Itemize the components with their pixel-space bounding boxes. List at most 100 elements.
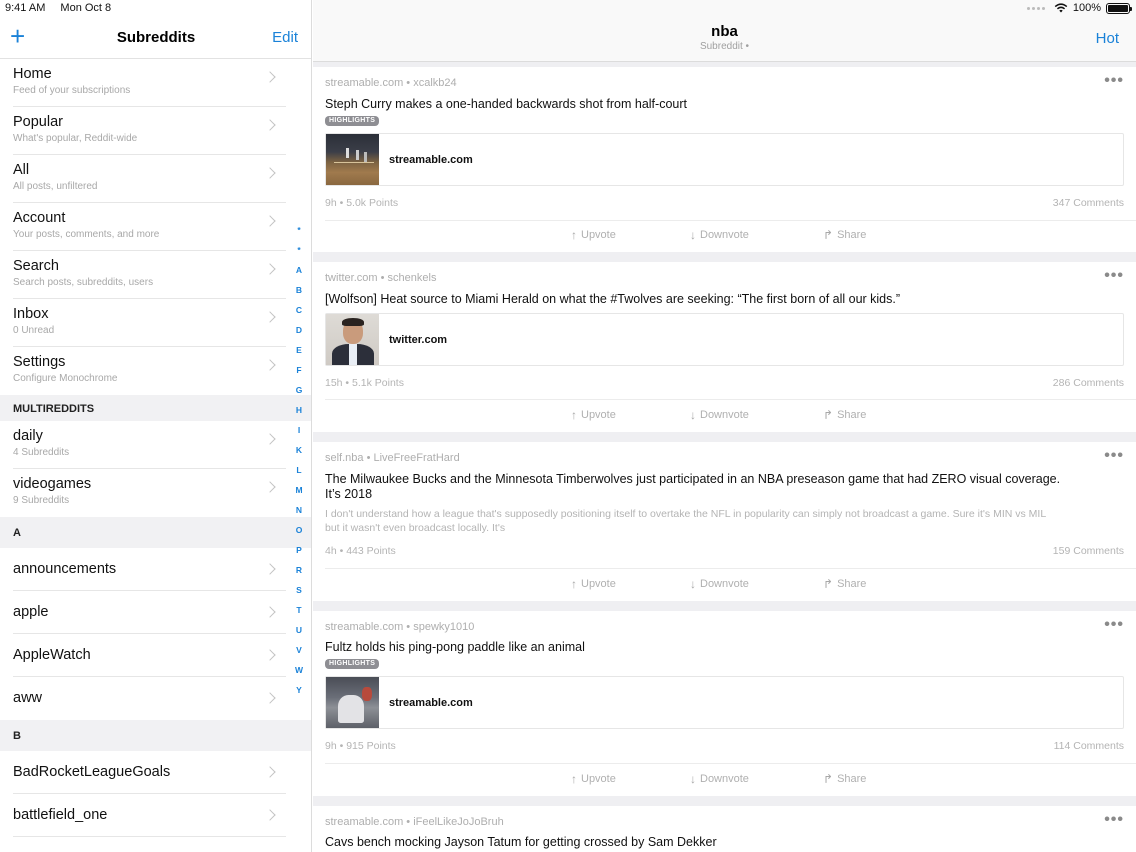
link-preview[interactable]: streamable.com	[325, 676, 1124, 729]
more-icon[interactable]: •••	[1104, 616, 1124, 634]
edit-button[interactable]: Edit	[272, 29, 298, 46]
post-selftext[interactable]: I don't understand how a league that's s…	[325, 507, 1116, 535]
battery-percent: 100%	[1072, 2, 1101, 14]
post-card[interactable]: streamable.com • iFeelLikeJoJoBruh ••• C…	[313, 806, 1136, 852]
flair-badge: HIGHLIGHTS	[325, 116, 380, 126]
index-letter[interactable]: S	[296, 580, 302, 600]
chevron-right-icon	[264, 692, 276, 704]
post-meta[interactable]: self.nba • LiveFreeFratHard	[325, 452, 460, 464]
thumbnail-image[interactable]	[326, 134, 379, 185]
index-letter[interactable]: V	[296, 640, 302, 660]
sort-button[interactable]: Hot	[1096, 30, 1119, 47]
thumbnail-image[interactable]	[326, 677, 379, 728]
index-letter[interactable]: A	[296, 260, 302, 280]
sidebar-item-inbox[interactable]: Inbox 0 Unread	[0, 299, 311, 347]
comments-count[interactable]: 347 Comments	[1053, 197, 1124, 209]
index-letter[interactable]: T	[296, 600, 301, 620]
post-meta[interactable]: streamable.com • spewky1010	[325, 621, 474, 633]
sidebar: + Subreddits Edit Home Feed of your subsc…	[0, 0, 312, 852]
downvote-button[interactable]: ↓ Downvote	[690, 577, 749, 591]
link-preview[interactable]: streamable.com	[325, 133, 1124, 186]
sidebar-item-label: Settings	[13, 354, 66, 370]
index-letter[interactable]: *	[297, 240, 300, 260]
share-button[interactable]: ↱ Share	[823, 408, 866, 422]
downvote-label: Downvote	[700, 409, 749, 421]
index-letter[interactable]: C	[296, 300, 302, 320]
post-stats: 9h • 5.0k Points	[325, 197, 399, 209]
sidebar-item-account[interactable]: Account Your posts, comments, and more	[0, 203, 311, 251]
post-title[interactable]: Cavs bench mocking Jayson Tatum for gett…	[325, 835, 1124, 850]
index-letter[interactable]: W	[295, 660, 303, 680]
upvote-button[interactable]: ↑ Upvote	[571, 408, 616, 422]
signal-dots-icon	[1026, 6, 1045, 10]
post-title[interactable]: Steph Curry makes a one-handed backwards…	[325, 97, 1124, 112]
comments-count[interactable]: 114 Comments	[1054, 740, 1124, 752]
index-letter[interactable]: U	[296, 620, 302, 640]
post-title[interactable]: [Wolfson] Heat source to Miami Herald on…	[325, 292, 1124, 307]
post-meta[interactable]: streamable.com • iFeelLikeJoJoBruh	[325, 816, 504, 828]
share-label: Share	[837, 229, 867, 241]
link-preview[interactable]: twitter.com	[325, 313, 1124, 366]
index-letter[interactable]: Y	[296, 680, 302, 700]
more-icon[interactable]: •••	[1104, 267, 1124, 285]
index-letter[interactable]: O	[296, 520, 303, 540]
sidebar-item-label: Search	[13, 258, 59, 274]
index-letter[interactable]: D	[296, 320, 302, 340]
downvote-button[interactable]: ↓ Downvote	[690, 772, 749, 786]
post-meta[interactable]: streamable.com • xcalkb24	[325, 77, 457, 89]
sidebar-item-search[interactable]: Search Search posts, subreddits, users	[0, 251, 311, 299]
post-title[interactable]: The Milwaukee Bucks and the Minnesota Ti…	[325, 472, 1124, 502]
sidebar-item-all[interactable]: All All posts, unfiltered	[0, 155, 311, 203]
index-letter[interactable]: F	[296, 360, 301, 380]
comments-count[interactable]: 159 Comments	[1053, 545, 1124, 557]
index-letter[interactable]: I	[298, 420, 300, 440]
section-index[interactable]: * * A B C D E F G H I K L M N O P R S T …	[289, 220, 309, 700]
sidebar-item-badrocketleaguegoals[interactable]: BadRocketLeagueGoals	[0, 751, 311, 794]
index-letter[interactable]: P	[296, 540, 302, 560]
sidebar-item-announcements[interactable]: announcements	[0, 548, 311, 591]
upvote-button[interactable]: ↑ Upvote	[571, 228, 616, 242]
downvote-button[interactable]: ↓ Downvote	[690, 408, 749, 422]
index-letter[interactable]: K	[296, 440, 302, 460]
post-card[interactable]: streamable.com • spewky1010 ••• Fultz ho…	[313, 611, 1136, 796]
sidebar-item-battlefield-one[interactable]: battlefield_one	[0, 794, 311, 837]
more-icon[interactable]: •••	[1104, 72, 1124, 90]
post-card[interactable]: self.nba • LiveFreeFratHard ••• The Milw…	[313, 442, 1136, 601]
status-right: 100%	[1026, 2, 1132, 14]
sidebar-item-aww[interactable]: aww	[0, 677, 311, 720]
subreddit-title[interactable]: nba	[313, 23, 1136, 40]
index-letter[interactable]: N	[296, 500, 302, 520]
index-letter[interactable]: R	[296, 560, 302, 580]
share-button[interactable]: ↱ Share	[823, 577, 866, 591]
index-letter[interactable]: *	[297, 220, 300, 240]
upvote-button[interactable]: ↑ Upvote	[571, 772, 616, 786]
index-letter[interactable]: M	[295, 480, 302, 500]
index-letter[interactable]: G	[296, 380, 303, 400]
post-stats: 9h • 915 Points	[325, 740, 396, 752]
post-title[interactable]: Fultz holds his ping-pong paddle like an…	[325, 640, 1124, 655]
sidebar-item-home[interactable]: Home Feed of your subscriptions	[0, 59, 311, 107]
post-card[interactable]: twitter.com • schenkels ••• [Wolfson] He…	[313, 262, 1136, 432]
index-letter[interactable]: L	[296, 460, 301, 480]
downvote-button[interactable]: ↓ Downvote	[690, 228, 749, 242]
sidebar-item-settings[interactable]: Settings Configure Monochrome	[0, 347, 311, 395]
post-card[interactable]: streamable.com • xcalkb24 ••• Steph Curr…	[313, 67, 1136, 252]
share-button[interactable]: ↱ Share	[823, 228, 866, 242]
sidebar-item-daily[interactable]: daily 4 Subreddits	[0, 421, 311, 469]
more-icon[interactable]: •••	[1104, 811, 1124, 829]
thumbnail-image[interactable]	[326, 314, 379, 365]
comments-count[interactable]: 286 Comments	[1053, 377, 1124, 389]
index-letter[interactable]: E	[296, 340, 302, 360]
upvote-label: Upvote	[581, 773, 616, 785]
chevron-right-icon	[264, 766, 276, 778]
share-button[interactable]: ↱ Share	[823, 772, 866, 786]
index-letter[interactable]: B	[296, 280, 302, 300]
sidebar-item-applewatch[interactable]: AppleWatch	[0, 634, 311, 677]
sidebar-item-popular[interactable]: Popular What's popular, Reddit-wide	[0, 107, 311, 155]
sidebar-item-apple[interactable]: apple	[0, 591, 311, 634]
index-letter[interactable]: H	[296, 400, 302, 420]
post-meta[interactable]: twitter.com • schenkels	[325, 272, 436, 284]
sidebar-item-videogames[interactable]: videogames 9 Subreddits	[0, 469, 311, 517]
more-icon[interactable]: •••	[1104, 447, 1124, 465]
upvote-button[interactable]: ↑ Upvote	[571, 577, 616, 591]
